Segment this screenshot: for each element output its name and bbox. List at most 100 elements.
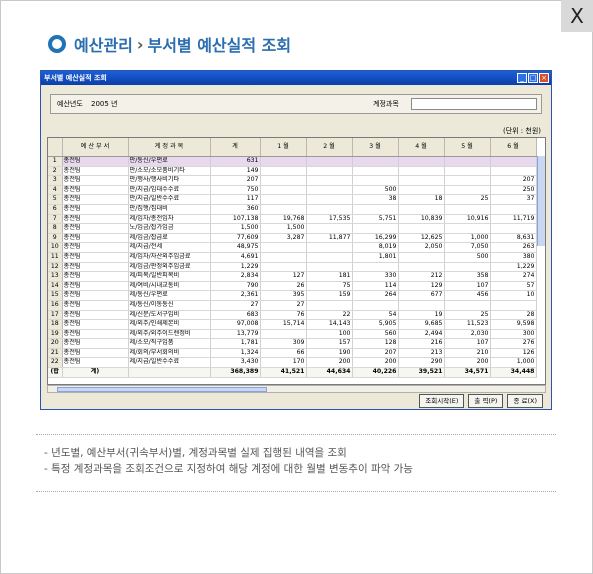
total-cell: 40,226 — [352, 367, 399, 378]
table-row[interactable]: 9 총전팀 제/임금/잡급료 77,609 3,287 11,877 16,299 12,62… — [48, 233, 537, 244]
table-cell: 제/임차/자산외주임금료 — [128, 252, 211, 263]
table-cell: 11,523 — [444, 319, 491, 330]
table-cell — [306, 242, 353, 253]
table-row[interactable]: 6 총전팀 판/집행/집대비 360 — [48, 204, 537, 215]
table-cell: 총전팀 — [62, 223, 129, 234]
column-header[interactable]: 계 정 과 목 — [128, 138, 211, 157]
data-grid[interactable]: 예 산 부 서계 정 과 목계1 월2 월3 월4 월5 월6 월 1 총전팀 판/… — [47, 137, 546, 385]
year-value[interactable]: 2005 년 — [91, 99, 117, 109]
table-cell: 200 — [306, 357, 353, 369]
table-cell — [306, 300, 353, 311]
column-header[interactable]: 6 월 — [490, 138, 537, 157]
table-row[interactable]: 19 총전팀 제/외주/외주이드렌정비 13,779 100 560 2,494 2,030 3… — [48, 329, 537, 340]
total-cell: 34,448 — [490, 367, 537, 378]
maximize-icon[interactable]: □ — [528, 73, 538, 83]
table-cell: 9 — [48, 233, 63, 244]
table-cell: 17,535 — [306, 214, 353, 225]
table-cell — [444, 166, 491, 177]
table-row[interactable]: 20 총전팀 제/소모/직구입품 1,781 309 157 128 216 107 276 — [48, 338, 537, 349]
table-cell: 276 — [490, 338, 537, 349]
table-row[interactable]: 2 총전팀 판/소모/소모품비기타 149 — [48, 166, 537, 177]
table-row[interactable]: 12 총전팀 제/임금/판정외주임금료 1,229 1,229 — [48, 262, 537, 273]
table-row[interactable]: 10 총전팀 제/지급/전세 48,975 8,019 2,050 7,050 263 — [48, 242, 537, 253]
column-header[interactable]: 3 월 — [352, 138, 399, 157]
print-button[interactable]: 출 력(P) — [468, 394, 504, 408]
table-cell — [398, 175, 445, 186]
table-cell: 631 — [210, 156, 261, 167]
window-close-icon[interactable]: × — [539, 73, 549, 83]
table-row[interactable]: 5 총전팀 판/지급/일반수수료 117 38 18 25 37 — [48, 194, 537, 205]
table-cell — [352, 300, 399, 311]
title-page: 부서별 예산실적 조회 — [147, 36, 292, 55]
table-cell: 157 — [306, 338, 353, 349]
table-cell: 3,430 — [210, 357, 261, 369]
table-cell: 37 — [490, 194, 537, 205]
table-cell: 114 — [352, 281, 399, 292]
table-cell — [398, 300, 445, 311]
table-cell: 1,000 — [444, 233, 491, 244]
table-cell: 제/피복/일반피복비 — [128, 271, 211, 282]
table-cell: 456 — [444, 290, 491, 301]
horizontal-scrollbar[interactable] — [47, 385, 546, 393]
table-cell: 560 — [352, 329, 399, 340]
table-cell: 274 — [490, 271, 537, 282]
table-cell: 9,598 — [490, 319, 537, 330]
column-header[interactable]: 예 산 부 서 — [62, 138, 129, 157]
table-row[interactable]: 13 총전팀 제/피복/일반피복비 2,834 127 181 330 212 358 274 — [48, 271, 537, 282]
table-cell: 1 — [48, 156, 63, 167]
table-row[interactable]: 8 총전팀 노/임금/잡가임금 1,500 1,500 — [48, 223, 537, 234]
total-cell — [128, 367, 211, 378]
table-cell: 3,287 — [260, 233, 307, 244]
table-cell — [444, 300, 491, 311]
table-row[interactable]: 1 총전팀 판/통신/우편료 631 — [48, 156, 537, 167]
table-row[interactable]: 21 총전팀 제/회의/부서회의비 1,324 66 190 207 213 210 126 — [48, 348, 537, 359]
table-row[interactable]: 3 총전팀 판/행사/행사비기타 207 207 — [48, 175, 537, 186]
table-row[interactable]: 7 총전팀 제/임차/총전임차 107,138 19,768 17,535 5,751 10,… — [48, 214, 537, 225]
minimize-icon[interactable]: _ — [517, 73, 527, 83]
filter-bar: 예산년도 2005 년 계정과목 — [50, 94, 542, 114]
table-row[interactable]: 14 총전팀 제/여비/시내교통비 790 26 75 114 129 107 57 — [48, 281, 537, 292]
table-row[interactable]: 16 총전팀 제/통신/이동통신 27 27 — [48, 300, 537, 311]
table-row[interactable]: 15 총전팀 제/통신/우편료 2,361 395 159 264 677 456 10 — [48, 290, 537, 301]
table-cell: 190 — [306, 348, 353, 359]
scrollbar-thumb[interactable] — [57, 387, 267, 392]
close-button[interactable]: X — [561, 0, 593, 32]
table-cell: 21 — [48, 348, 63, 359]
column-header[interactable] — [48, 138, 63, 157]
table-cell: 149 — [210, 166, 261, 177]
column-header[interactable]: 2 월 — [306, 138, 353, 157]
table-cell: 14,143 — [306, 319, 353, 330]
table-cell: 128 — [352, 338, 399, 349]
table-cell: 판/통신/우편료 — [128, 156, 211, 167]
table-cell: 제/여비/시내교통비 — [128, 281, 211, 292]
table-cell: 총전팀 — [62, 166, 129, 177]
search-button[interactable]: 조회시작(E) — [419, 394, 465, 408]
table-row[interactable]: 18 총전팀 제/외주/인쇄제본비 97,008 15,714 14,143 5,905 9,… — [48, 319, 537, 330]
table-cell — [306, 204, 353, 215]
column-header[interactable]: 4 월 — [398, 138, 445, 157]
table-row[interactable]: 4 총전팀 판/지급/임대수수료 750 500 250 — [48, 185, 537, 196]
exit-button[interactable]: 종 료(X) — [507, 394, 543, 408]
column-header[interactable]: 1 월 — [260, 138, 307, 157]
column-header[interactable]: 5 월 — [444, 138, 491, 157]
vertical-scrollbar[interactable] — [537, 156, 545, 246]
window-title: 부서별 예산실적 조회 — [44, 74, 107, 82]
note-line: - 특정 계정과목을 조회조건으로 지정하여 해당 계정에 대한 월별 변동추이… — [44, 463, 413, 475]
table-cell: 309 — [260, 338, 307, 349]
table-cell — [260, 252, 307, 263]
table-row[interactable]: 11 총전팀 제/임차/자산외주임금료 4,691 1,801 500 380 — [48, 252, 537, 263]
table-cell: 8,019 — [352, 242, 399, 253]
note-line: - 년도별, 예산부서(귀속부서)별, 계정과목별 실제 집행된 내역을 조회 — [44, 447, 347, 459]
table-cell: 총전팀 — [62, 281, 129, 292]
column-header[interactable]: 계 — [210, 138, 261, 157]
table-cell: 4 — [48, 185, 63, 196]
total-cell: 34,571 — [444, 367, 491, 378]
table-cell: 207 — [352, 348, 399, 359]
table-cell: 13 — [48, 271, 63, 282]
table-row[interactable]: 22 총전팀 제/지급/일반수수료 3,430 170 200 200 290 200 1,000 — [48, 357, 537, 369]
table-cell: 48,975 — [210, 242, 261, 253]
table-cell: 총전팀 — [62, 194, 129, 205]
table-row[interactable]: 17 총전팀 제/신문/도서구입비 683 76 22 54 19 25 28 — [48, 310, 537, 321]
table-cell: 107 — [444, 281, 491, 292]
account-field[interactable] — [411, 98, 537, 110]
